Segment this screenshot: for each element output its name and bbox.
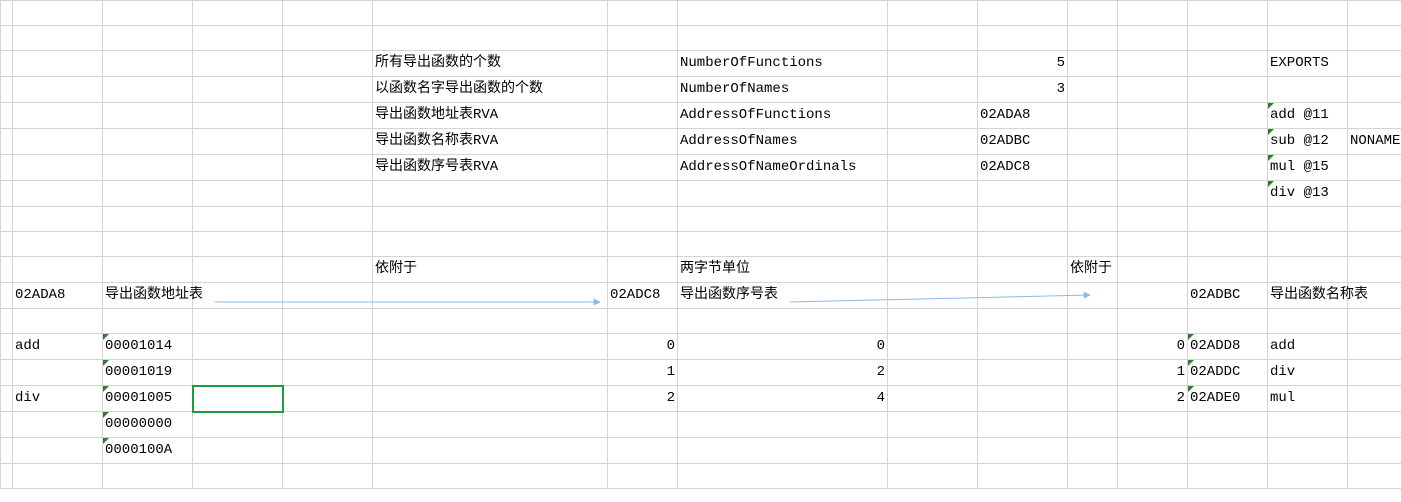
name-idx[interactable]: 0 [1118,334,1188,360]
addr-left-name[interactable]: 导出函数地址表 [103,283,193,309]
ord-idx[interactable]: 2 [608,386,678,412]
spreadsheet-grid[interactable]: 所有导出函数的个数 NumberOfFunctions 5 EXPORTS 以函… [0,0,1401,489]
dir-val[interactable]: 02ADC8 [978,155,1068,181]
func-rva[interactable]: 00001014 [103,334,193,360]
exports-item[interactable]: mul @15 [1268,155,1348,181]
addr-mid-key[interactable]: 02ADC8 [608,283,678,309]
dir-field[interactable]: NumberOfFunctions [678,51,888,77]
func-rva[interactable]: 00001005 [103,386,193,412]
dir-field[interactable]: AddressOfNames [678,129,888,155]
dir-val[interactable]: 02ADBC [978,129,1068,155]
name-name[interactable]: div [1268,360,1348,386]
ord-idx[interactable]: 0 [608,334,678,360]
addr-left-key[interactable]: 02ADA8 [13,283,103,309]
two-byte-label[interactable]: 两字节单位 [678,257,888,283]
addr-right-name[interactable]: 导出函数名称表 [1268,283,1348,309]
func-name[interactable] [13,360,103,386]
addr-right-key[interactable]: 02ADBC [1188,283,1268,309]
dir-field[interactable]: AddressOfFunctions [678,103,888,129]
dir-val[interactable]: 3 [978,77,1068,103]
depends-label-left[interactable]: 依附于 [373,257,608,283]
dir-desc[interactable]: 以函数名字导出函数的个数 [373,77,608,103]
name-idx[interactable]: 2 [1118,386,1188,412]
spreadsheet-area: 所有导出函数的个数 NumberOfFunctions 5 EXPORTS 以函… [0,0,1401,502]
exports-item-extra[interactable]: NONAME [1348,129,1401,155]
func-rva[interactable]: 00000000 [103,412,193,438]
name-addr[interactable]: 02ADD8 [1188,334,1268,360]
dir-desc[interactable]: 导出函数序号表RVA [373,155,608,181]
func-rva[interactable]: 0000100A [103,438,193,464]
dir-desc[interactable]: 导出函数名称表RVA [373,129,608,155]
depends-label-right[interactable]: 依附于 [1068,257,1118,283]
func-name[interactable]: div [13,386,103,412]
exports-item[interactable]: sub @12 [1268,129,1348,155]
ord-val[interactable]: 4 [678,386,888,412]
name-name[interactable]: mul [1268,386,1348,412]
func-name[interactable] [13,438,103,464]
name-name[interactable]: add [1268,334,1348,360]
dir-val[interactable]: 5 [978,51,1068,77]
dir-field[interactable]: NumberOfNames [678,77,888,103]
func-name[interactable] [13,412,103,438]
exports-item[interactable]: div @13 [1268,181,1348,207]
func-name[interactable]: add [13,334,103,360]
dir-desc[interactable]: 所有导出函数的个数 [373,51,608,77]
name-addr[interactable]: 02ADDC [1188,360,1268,386]
active-cell[interactable] [193,386,283,412]
exports-title[interactable]: EXPORTS [1268,51,1348,77]
exports-item[interactable]: add @11 [1268,103,1348,129]
dir-desc[interactable]: 导出函数地址表RVA [373,103,608,129]
name-idx[interactable]: 1 [1118,360,1188,386]
name-addr[interactable]: 02ADE0 [1188,386,1268,412]
dir-val[interactable]: 02ADA8 [978,103,1068,129]
ord-val[interactable]: 2 [678,360,888,386]
func-rva[interactable]: 00001019 [103,360,193,386]
dir-field[interactable]: AddressOfNameOrdinals [678,155,888,181]
addr-mid-name[interactable]: 导出函数序号表 [678,283,888,309]
ord-val[interactable]: 0 [678,334,888,360]
ord-idx[interactable]: 1 [608,360,678,386]
